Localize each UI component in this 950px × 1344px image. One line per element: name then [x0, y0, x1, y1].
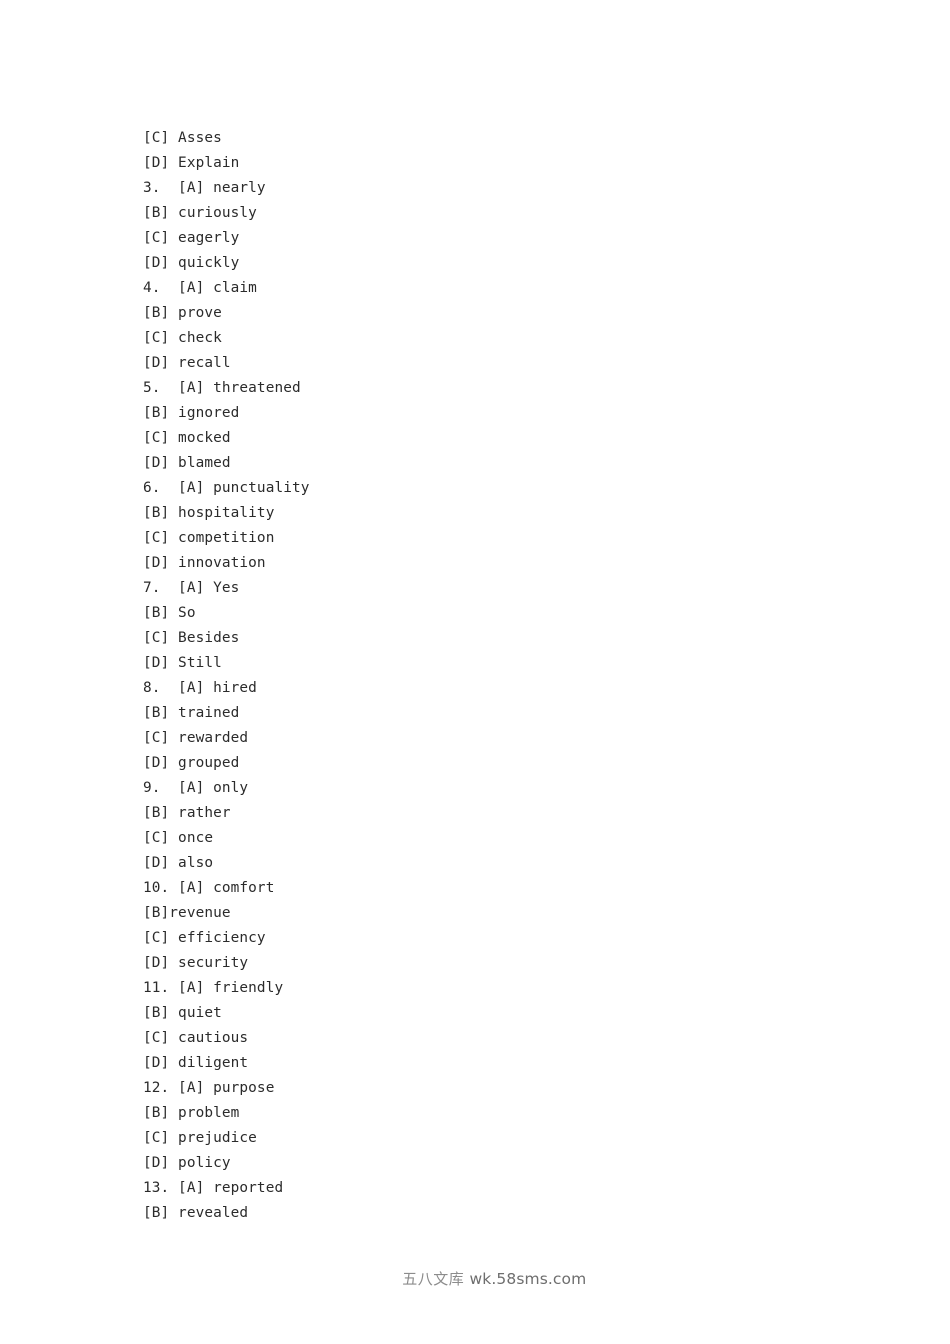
watermark-site-name: 五八文库 [402, 1270, 465, 1288]
page-watermark: 五八文库 wk.58sms.com [0, 1243, 950, 1288]
answer-option-line: [C] competition [143, 530, 275, 546]
answer-option-line: [B] revealed [143, 1205, 249, 1221]
answer-option-line: [C] efficiency [143, 930, 266, 946]
answer-option-line: [D] policy [143, 1155, 231, 1171]
answer-option-line: 11. [A] friendly [143, 980, 284, 996]
answer-option-line: 8. [A] hired [143, 680, 257, 696]
answer-option-line: [D] also [143, 855, 214, 871]
answer-option-line: [B] ignored [143, 405, 240, 421]
answer-option-line: [B] hospitality [143, 505, 275, 521]
answer-option-line: [C] Asses [143, 130, 222, 146]
answer-option-line: 13. [A] reported [143, 1180, 284, 1196]
answer-option-line: [D] recall [143, 355, 231, 371]
answer-option-line: [D] diligent [143, 1055, 249, 1071]
answer-option-line: [B]revenue [143, 905, 231, 921]
answer-option-line: [D] Explain [143, 155, 240, 171]
answer-option-line: [D] security [143, 955, 249, 971]
answer-option-line: [C] prejudice [143, 1130, 257, 1146]
answer-option-line: [C] cautious [143, 1030, 249, 1046]
answer-option-line: 9. [A] only [143, 780, 249, 796]
answer-option-line: [C] check [143, 330, 222, 346]
answer-option-line: [D] quickly [143, 255, 240, 271]
answer-option-line: [D] grouped [143, 755, 240, 771]
answer-option-line: [C] Besides [143, 630, 240, 646]
answer-option-line: [B] quiet [143, 1005, 222, 1021]
answer-option-line: 7. [A] Yes [143, 580, 240, 596]
answer-option-line: [B] So [143, 605, 196, 621]
answer-option-line: 10. [A] comfort [143, 880, 275, 896]
answer-option-line: 3. [A] nearly [143, 180, 266, 196]
answer-option-line: [D] Still [143, 655, 222, 671]
answer-option-line: [B] trained [143, 705, 240, 721]
answer-option-list: [C] Asses [D] Explain 3. [A] nearly [B] cur… [143, 126, 310, 1226]
document-page: [C] Asses [D] Explain 3. [A] nearly [B] cur… [0, 0, 950, 1344]
answer-option-line: [D] blamed [143, 455, 231, 471]
answer-option-line: 6. [A] punctuality [143, 480, 310, 496]
answer-option-line: [C] mocked [143, 430, 231, 446]
answer-option-line: [B] prove [143, 305, 222, 321]
answer-option-line: 4. [A] claim [143, 280, 257, 296]
answer-option-line: [C] once [143, 830, 214, 846]
answer-option-line: [B] rather [143, 805, 231, 821]
answer-option-line: [C] eagerly [143, 230, 240, 246]
answer-option-line: [C] rewarded [143, 730, 249, 746]
answer-option-line: [D] innovation [143, 555, 266, 571]
answer-option-line: [B] problem [143, 1105, 240, 1121]
watermark-url: wk.58sms.com [469, 1270, 587, 1288]
answer-option-line: 5. [A] threatened [143, 380, 301, 396]
answer-option-line: [B] curiously [143, 205, 257, 221]
answer-option-line: 12. [A] purpose [143, 1080, 275, 1096]
